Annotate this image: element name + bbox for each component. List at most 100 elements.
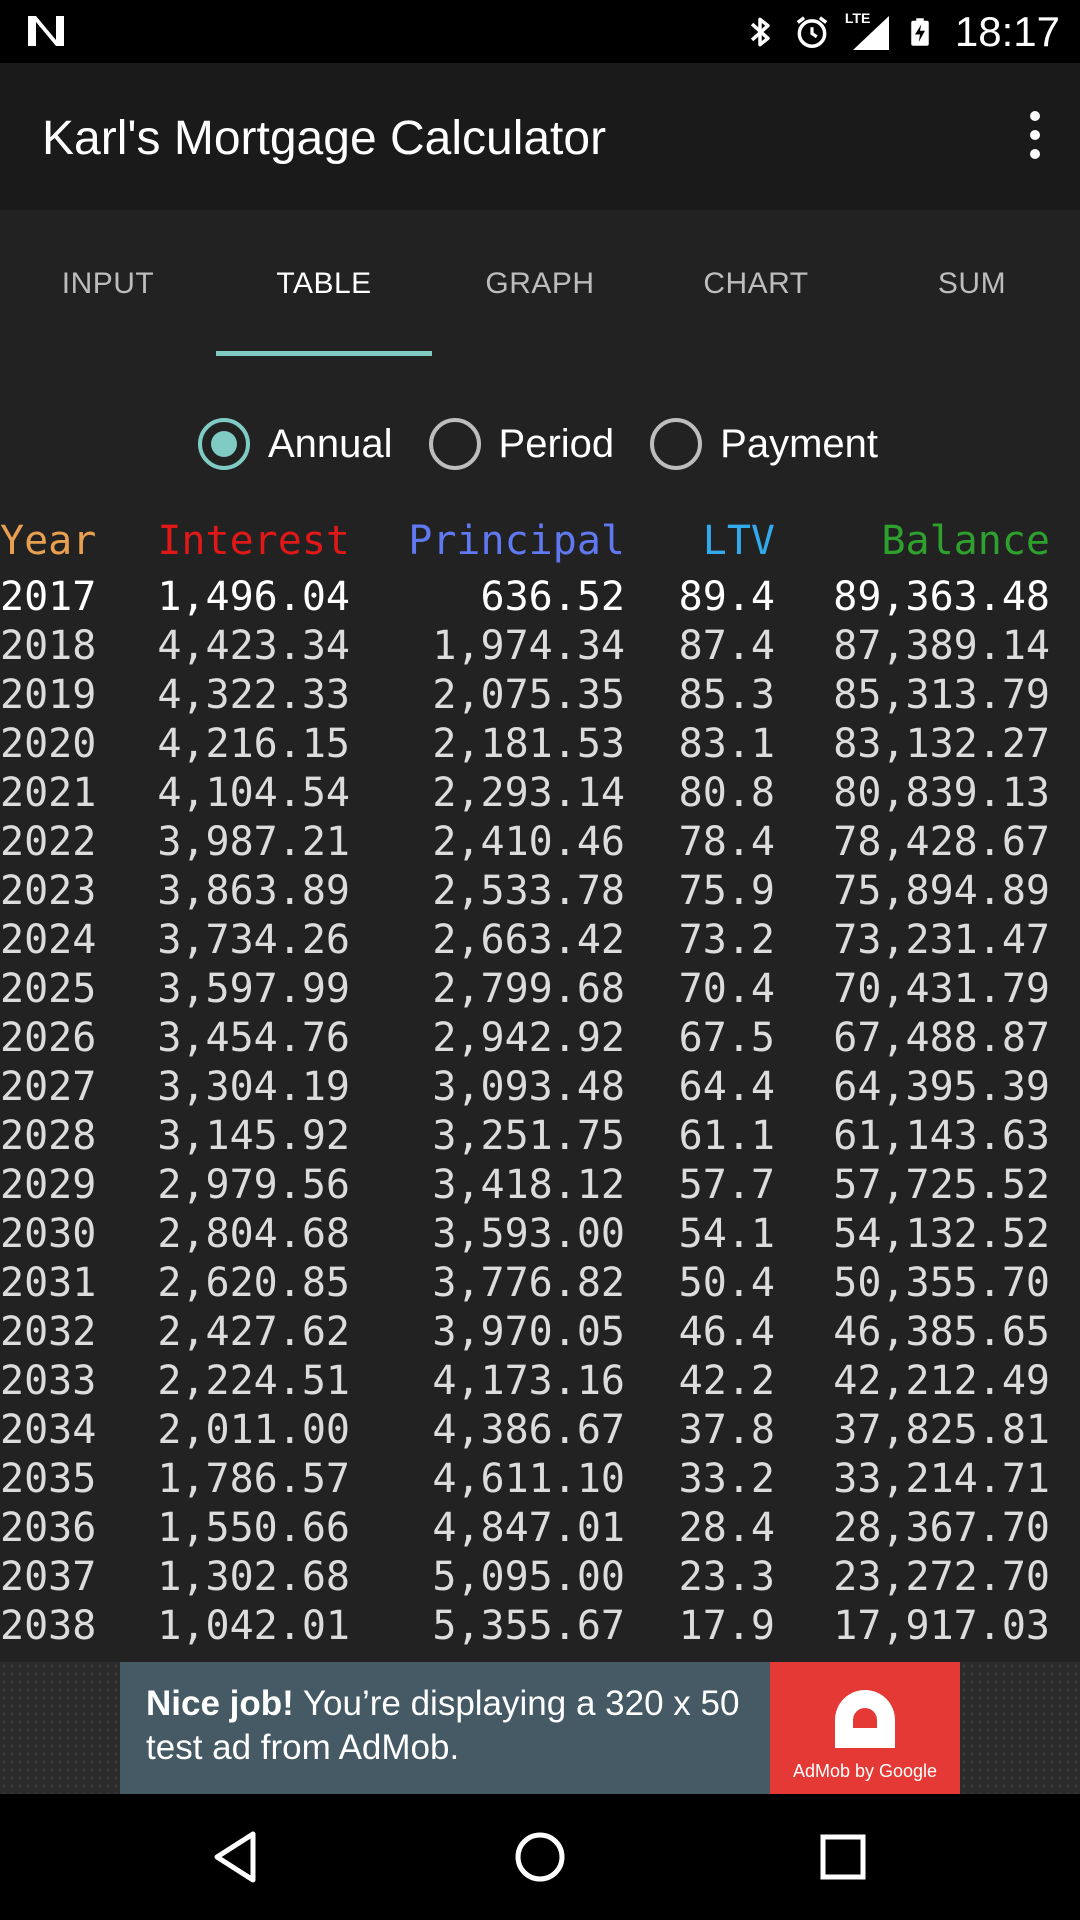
radio-unchecked-icon [650, 418, 703, 470]
cell-principal: 2,663.42 [432, 916, 625, 963]
tab-graph[interactable]: GRAPH [432, 210, 648, 358]
cell-principal: 3,593.00 [432, 1210, 625, 1257]
ad-area: Nice job! You’re displaying a 320 x 50 t… [0, 1662, 1080, 1794]
cell-interest: 3,304.19 [157, 1063, 350, 1110]
cell-principal: 2,181.53 [432, 720, 625, 767]
cell-interest: 3,987.21 [157, 818, 350, 865]
alarm-icon [796, 15, 828, 48]
column-header-year: Year [0, 518, 97, 564]
ad-brand: AdMob by Google [792, 1761, 938, 1781]
table-row: 2038 1,042.01 5,355.67 17.9 17,917.03 [0, 1601, 1080, 1650]
cell-balance: 17,917.03 [833, 1602, 1050, 1649]
table-header-row: Year Interest Principal LTV Balance [0, 515, 1080, 567]
cell-year: 2024 [0, 916, 97, 963]
cell-ltv: 57.7 [678, 1161, 775, 1208]
cell-year: 2026 [0, 1014, 97, 1061]
table-body: 2017 1,496.04 636.52 89.4 89,363.48 2018 4,423… [0, 572, 1080, 1650]
cell-balance: 89,363.48 [833, 573, 1050, 620]
back-button[interactable] [186, 1822, 286, 1892]
cell-year: 2029 [0, 1161, 97, 1208]
cell-year: 2033 [0, 1357, 97, 1404]
cell-interest: 4,104.54 [157, 769, 350, 816]
table-row: 2037 1,302.68 5,095.00 23.3 23,272.70 [0, 1552, 1080, 1601]
cell-principal: 2,410.46 [432, 818, 625, 865]
cell-year: 2019 [0, 671, 97, 718]
cell-ltv: 89.4 [678, 573, 775, 620]
table-row: 2020 4,216.15 2,181.53 83.1 83,132.27 [0, 719, 1080, 768]
cell-principal: 1,974.34 [432, 622, 625, 669]
cell-ltv: 17.9 [678, 1602, 775, 1649]
cell-ltv: 37.8 [678, 1406, 775, 1453]
tab-chart[interactable]: CHART [648, 210, 864, 358]
cell-interest: 2,620.85 [157, 1259, 350, 1306]
cell-ltv: 85.3 [678, 671, 775, 718]
back-icon [214, 1831, 256, 1883]
status-time: 18:17 [954, 7, 1060, 55]
home-button[interactable] [490, 1822, 590, 1892]
cell-principal: 5,095.00 [432, 1553, 625, 1600]
battery-charging-icon [911, 17, 929, 46]
table-row: 2019 4,322.33 2,075.35 85.3 85,313.79 [0, 670, 1080, 719]
bluetooth-icon [750, 17, 770, 46]
cell-ltv: 83.1 [678, 720, 775, 767]
radio-period[interactable]: Period [428, 418, 615, 470]
cell-interest: 4,322.33 [157, 671, 350, 718]
admob-test-ad[interactable]: Nice job! You’re displaying a 320 x 50 t… [120, 1662, 960, 1794]
overflow-menu-button[interactable] [990, 95, 1080, 175]
cell-balance: 75,894.89 [833, 867, 1050, 914]
cell-balance: 50,355.70 [833, 1259, 1050, 1306]
cell-principal: 3,093.48 [432, 1063, 625, 1110]
cell-interest: 4,423.34 [157, 622, 350, 669]
cell-principal: 2,075.35 [432, 671, 625, 718]
amortization-table[interactable]: Year Interest Principal LTV Balance 2017… [0, 515, 1080, 1662]
radio-annual-label: Annual [267, 421, 393, 466]
cell-balance: 61,143.63 [833, 1112, 1050, 1159]
cell-balance: 87,389.14 [833, 622, 1050, 669]
recents-button[interactable] [793, 1822, 893, 1892]
cell-balance: 73,231.47 [833, 916, 1050, 963]
cell-ltv: 75.9 [678, 867, 775, 914]
cell-interest: 1,042.01 [157, 1602, 350, 1649]
table-row: 2033 2,224.51 4,173.16 42.2 42,212.49 [0, 1356, 1080, 1405]
cell-principal: 5,355.67 [432, 1602, 625, 1649]
cell-interest: 2,979.56 [157, 1161, 350, 1208]
tab-sum[interactable]: SUM [864, 210, 1080, 358]
cell-balance: 80,839.13 [833, 769, 1050, 816]
cell-year: 2027 [0, 1063, 97, 1110]
cell-balance: 42,212.49 [833, 1357, 1050, 1404]
cell-principal: 2,799.68 [432, 965, 625, 1012]
cell-interest: 3,145.92 [157, 1112, 350, 1159]
overflow-menu-dot [1030, 130, 1040, 140]
cell-principal: 3,776.82 [432, 1259, 625, 1306]
cell-balance: 85,313.79 [833, 671, 1050, 718]
table-row: 2036 1,550.66 4,847.01 28.4 28,367.70 [0, 1503, 1080, 1552]
cell-balance: 28,367.70 [833, 1504, 1050, 1551]
radio-payment[interactable]: Payment [650, 418, 878, 470]
cell-ltv: 23.3 [678, 1553, 775, 1600]
radio-period-label: Period [498, 421, 615, 466]
tab-input[interactable]: INPUT [0, 210, 216, 358]
table-row: 2030 2,804.68 3,593.00 54.1 54,132.52 [0, 1209, 1080, 1258]
cell-year: 2023 [0, 867, 97, 914]
cell-principal: 2,942.92 [432, 1014, 625, 1061]
app-bar: Karl's Mortgage Calculator [0, 63, 1080, 210]
cell-ltv: 33.2 [678, 1455, 775, 1502]
column-header-interest: Interest [157, 518, 350, 564]
radio-unchecked-icon [428, 418, 481, 470]
cell-interest: 3,863.89 [157, 867, 350, 914]
table-row: 2023 3,863.89 2,533.78 75.9 75,894.89 [0, 866, 1080, 915]
cell-year: 2020 [0, 720, 97, 767]
ad-headline: Nice job! [146, 1684, 294, 1723]
cell-year: 2031 [0, 1259, 97, 1306]
radio-annual[interactable]: Annual [197, 418, 393, 470]
table-row: 2027 3,304.19 3,093.48 64.4 64,395.39 [0, 1062, 1080, 1111]
cell-ltv: 78.4 [678, 818, 775, 865]
cell-year: 2025 [0, 965, 97, 1012]
cell-principal: 2,293.14 [432, 769, 625, 816]
tab-table[interactable]: TABLE [216, 210, 432, 358]
cell-interest: 2,427.62 [157, 1308, 350, 1355]
column-header-ltv: LTV [702, 518, 775, 564]
cell-balance: 78,428.67 [833, 818, 1050, 865]
table-row: 2018 4,423.34 1,974.34 87.4 87,389.14 [0, 621, 1080, 670]
view-mode-radio-group: Annual Period Payment [0, 408, 1080, 480]
